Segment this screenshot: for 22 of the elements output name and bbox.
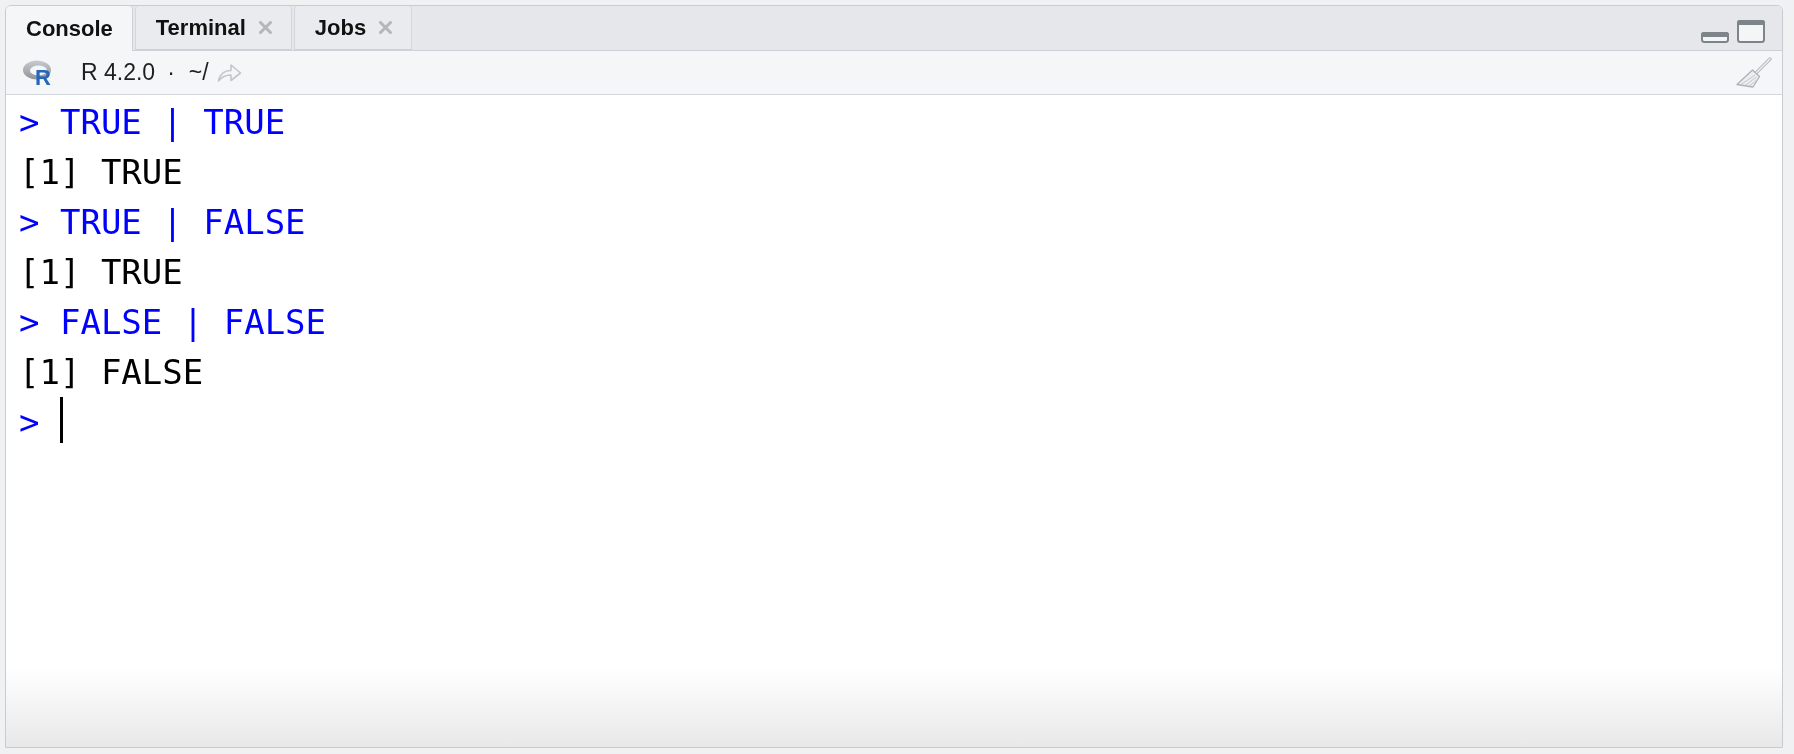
separator-dot: · — [167, 59, 175, 86]
prompt-symbol: > — [19, 301, 40, 344]
forward-arrow-icon[interactable] — [216, 62, 242, 83]
prompt-symbol: > — [19, 401, 40, 444]
close-icon[interactable] — [258, 21, 272, 34]
r-version-text: R 4.2.0 — [81, 59, 156, 86]
working-directory-link[interactable]: ~/ — [188, 59, 209, 86]
command-text: TRUE | FALSE — [59, 201, 306, 244]
output-text: [1] TRUE — [19, 251, 183, 294]
output-text: [1] FALSE — [19, 351, 204, 394]
output-text: [1] TRUE — [19, 151, 183, 194]
command-text: FALSE | FALSE — [59, 301, 327, 344]
broom-icon[interactable] — [1736, 57, 1772, 88]
minimize-icon[interactable] — [1701, 32, 1729, 43]
prompt-symbol: > — [19, 201, 40, 244]
tab[interactable]: Console — [6, 6, 133, 51]
close-icon[interactable] — [379, 21, 393, 34]
tab[interactable]: Terminal — [134, 6, 292, 50]
prompt-symbol: > — [19, 101, 40, 144]
command-text: TRUE | TRUE — [59, 101, 286, 144]
tab[interactable]: Jobs — [293, 6, 413, 50]
maximize-icon[interactable] — [1737, 20, 1765, 43]
